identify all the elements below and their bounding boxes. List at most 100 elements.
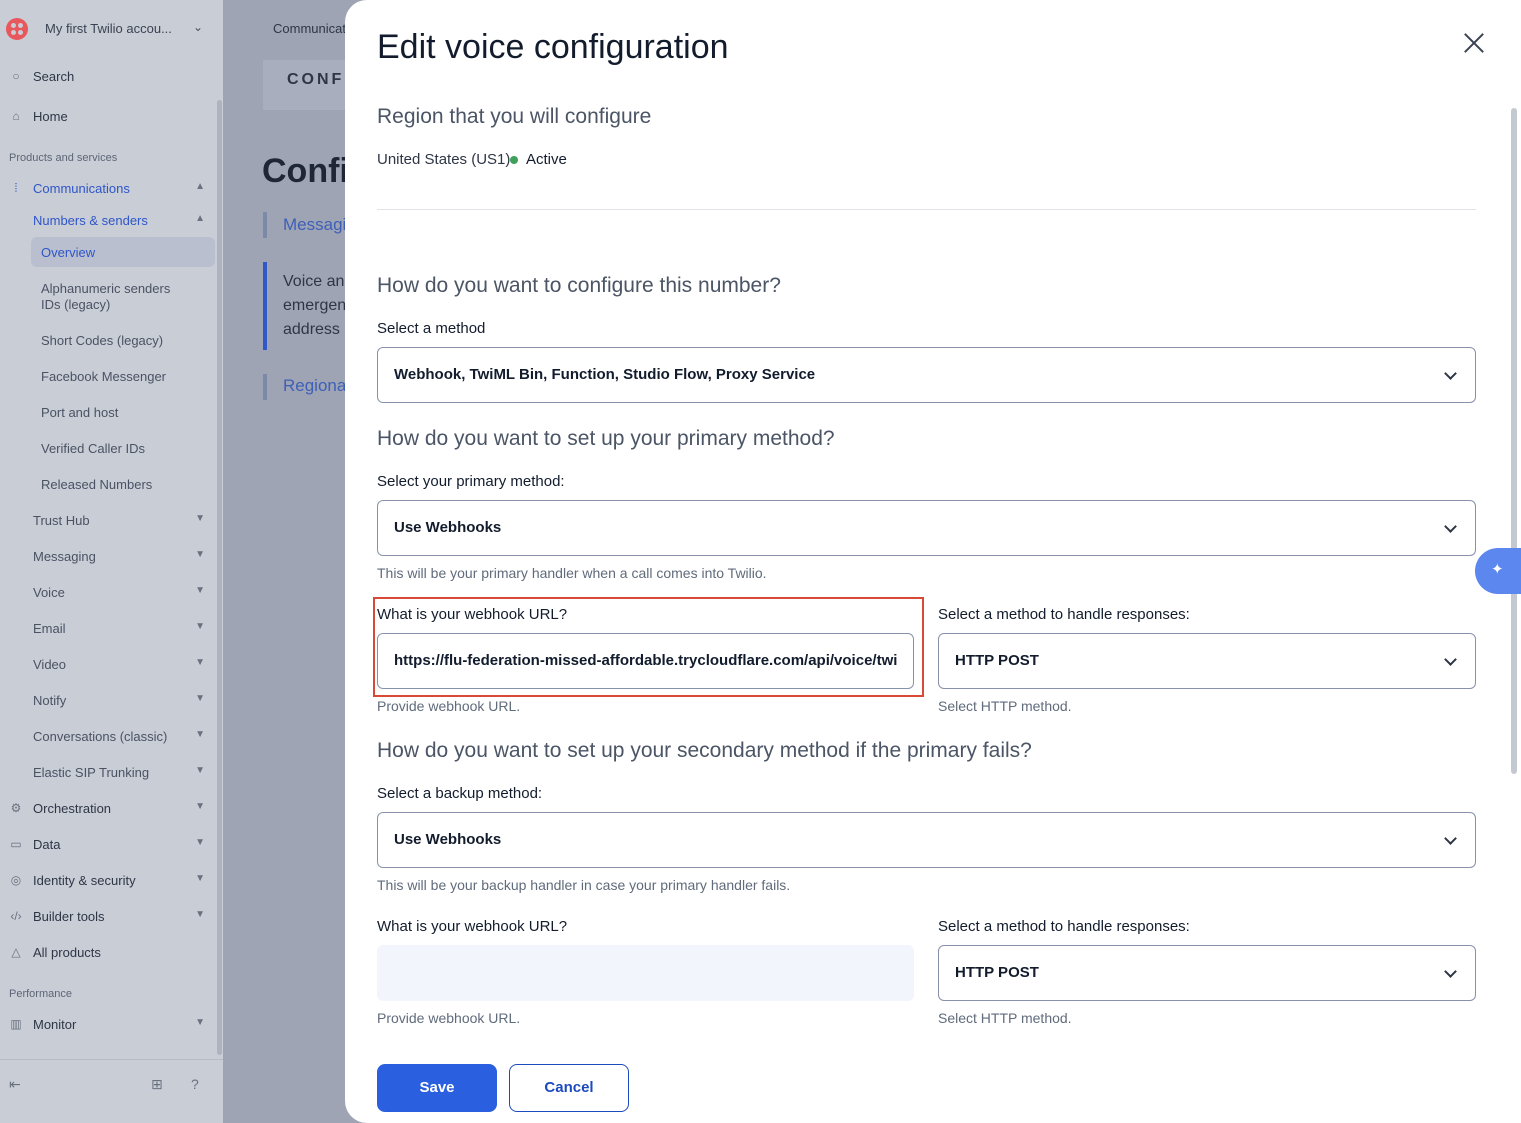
apps-grid-icon[interactable]: ⊞ [151, 1076, 163, 1093]
sidebar-item-label: Overview [41, 245, 96, 260]
section-marker-active [263, 262, 267, 350]
home-icon: ⌂ [12, 109, 20, 123]
chevron-down-icon: ▼ [195, 729, 205, 740]
sidebar-item-label: Identity & security [33, 873, 136, 888]
chevron-down-icon: ▼ [195, 693, 205, 704]
text-line: Voice an [283, 273, 345, 290]
response-method-help: Select HTTP method. [938, 698, 1072, 714]
sparkle-icon: ✦ [1491, 561, 1504, 578]
sidebar-item-label: Monitor [33, 1017, 77, 1032]
sidebar-item-label: Home [33, 109, 68, 124]
account-switcher[interactable]: My first Twilio accou... ⌄ [0, 0, 223, 57]
sidebar-item-released[interactable]: Released Numbers [0, 470, 215, 498]
backup-response-method-select[interactable]: HTTP POST [938, 945, 1476, 1001]
sidebar-item-label: Verified Caller IDs [41, 441, 146, 456]
assistant-button[interactable]: ✦ [1475, 548, 1521, 594]
background-page: Communicat CONFI Confi Messagi Voice an … [223, 0, 353, 1123]
chevron-down-icon: ▼ [195, 909, 205, 920]
chevron-down-icon [1444, 832, 1457, 845]
backup-response-method-help: Select HTTP method. [938, 1010, 1072, 1026]
chevron-down-icon [1444, 367, 1457, 380]
messaging-link[interactable]: Messagi [283, 215, 346, 235]
tab-configure-label: CONFI [287, 71, 352, 88]
sidebar-item-conversations[interactable]: Conversations (classic) ▼ [0, 722, 215, 750]
sidebar-item-notify[interactable]: Notify ▼ [0, 686, 215, 714]
sidebar-item-email[interactable]: Email ▼ [0, 614, 215, 642]
webhook-url-label: What is your webhook URL? [377, 606, 568, 623]
sidebar-item-identity[interactable]: ◎ Identity & security ▼ [0, 866, 215, 894]
chevron-down-icon: ⌄ [193, 20, 204, 34]
sidebar-item-port-host[interactable]: Port and host [0, 398, 215, 426]
waveform-icon: ⦙ [14, 181, 18, 195]
sidebar-scrollbar[interactable] [217, 100, 222, 1055]
tab-configure[interactable]: CONFI [263, 60, 353, 110]
response-method-select[interactable]: HTTP POST [938, 633, 1476, 689]
sidebar-item-alphanumeric-line2[interactable]: IDs (legacy) [0, 290, 215, 318]
sidebar-item-numbers-senders[interactable]: Numbers & senders ▲ [0, 206, 215, 234]
backup-response-method-value: HTTP POST [955, 964, 1039, 981]
sidebar-search[interactable]: ○ Search [0, 62, 215, 90]
status-dot-icon [510, 156, 518, 164]
text-line: address [283, 321, 340, 338]
chevron-down-icon [1444, 965, 1457, 978]
sidebar-item-builder-tools[interactable]: ‹/› Builder tools ▼ [0, 902, 215, 930]
breadcrumb[interactable]: Communicat [273, 21, 346, 36]
sidebar-item-overview[interactable]: Overview [0, 238, 215, 266]
shield-icon: ◎ [10, 873, 22, 887]
primary-method-value: Use Webhooks [394, 519, 502, 536]
chevron-down-icon: ▼ [195, 513, 205, 524]
backup-method-value: Use Webhooks [394, 831, 502, 848]
chevron-down-icon: ▼ [195, 1017, 205, 1028]
sidebar-item-home[interactable]: ⌂ Home [0, 102, 215, 130]
primary-heading: How do you want to set up your primary m… [377, 427, 835, 450]
response-method-value: HTTP POST [955, 652, 1039, 669]
sidebar-item-video[interactable]: Video ▼ [0, 650, 215, 678]
sidebar-item-communications[interactable]: ⦙ Communications ▲ [0, 174, 215, 202]
sidebar-item-monitor[interactable]: ▥ Monitor ▼ [0, 1010, 215, 1038]
primary-method-select[interactable]: Use Webhooks [377, 500, 1476, 556]
webhook-url-help: Provide webhook URL. [377, 698, 521, 714]
sidebar-item-data[interactable]: ▭ Data ▼ [0, 830, 215, 858]
sidebar-item-orchestration[interactable]: ⚙ Orchestration ▼ [0, 794, 215, 822]
backup-webhook-url-input[interactable] [377, 945, 914, 1001]
section-label-performance: Performance [9, 988, 72, 1000]
sidebar-item-label: Numbers & senders [33, 213, 148, 228]
sidebar-item-label: Voice [33, 585, 65, 600]
sidebar-item-label: Notify [33, 693, 67, 708]
regional-link[interactable]: Regiona [283, 376, 346, 396]
save-button[interactable]: Save [377, 1064, 497, 1112]
backup-method-select[interactable]: Use Webhooks [377, 812, 1476, 868]
collapse-sidebar-icon[interactable]: ⇤ [9, 1076, 21, 1093]
help-icon[interactable]: ? [191, 1076, 199, 1092]
sidebar-item-label: Port and host [41, 405, 119, 420]
sidebar-item-elastic-sip[interactable]: Elastic SIP Trunking ▼ [0, 758, 215, 786]
secondary-heading: How do you want to set up your secondary… [377, 739, 1032, 762]
orchestration-icon: ⚙ [10, 801, 22, 815]
webhook-url-input[interactable]: https://flu-federation-missed-affordable… [377, 633, 914, 689]
sidebar-footer: ⇤ ⊞ ? [0, 1059, 223, 1123]
sidebar-item-all-products[interactable]: △ All products [0, 938, 215, 966]
sidebar-item-facebook[interactable]: Facebook Messenger [0, 362, 215, 390]
sidebar-item-label: All products [33, 945, 101, 960]
sidebar-item-messaging[interactable]: Messaging ▼ [0, 542, 215, 570]
sidebar-item-label: Released Numbers [41, 477, 153, 492]
chevron-down-icon: ▼ [195, 837, 205, 848]
sidebar-item-label: IDs (legacy) [41, 297, 111, 312]
chevron-up-icon: ▲ [195, 181, 205, 192]
sidebar-item-voice[interactable]: Voice ▼ [0, 578, 215, 606]
sidebar-item-verified-caller[interactable]: Verified Caller IDs [0, 434, 215, 462]
method-select[interactable]: Webhook, TwiML Bin, Function, Studio Flo… [377, 347, 1476, 403]
sidebar-search-label: Search [33, 69, 75, 84]
sidebar-item-short-codes[interactable]: Short Codes (legacy) [0, 326, 215, 354]
cancel-button[interactable]: Cancel [509, 1064, 629, 1112]
dialog-scrollbar[interactable] [1511, 108, 1517, 774]
configure-heading: How do you want to configure this number… [377, 274, 781, 297]
method-select-value: Webhook, TwiML Bin, Function, Studio Flo… [394, 366, 816, 383]
primary-method-label: Select your primary method: [377, 473, 565, 490]
chevron-down-icon [1444, 520, 1457, 533]
sidebar-item-trust-hub[interactable]: Trust Hub ▼ [0, 506, 215, 534]
dialog-title: Edit voice configuration [377, 28, 729, 66]
backup-method-label: Select a backup method: [377, 785, 543, 802]
close-icon[interactable] [1461, 30, 1487, 56]
bar-chart-icon: ▥ [10, 1017, 22, 1031]
